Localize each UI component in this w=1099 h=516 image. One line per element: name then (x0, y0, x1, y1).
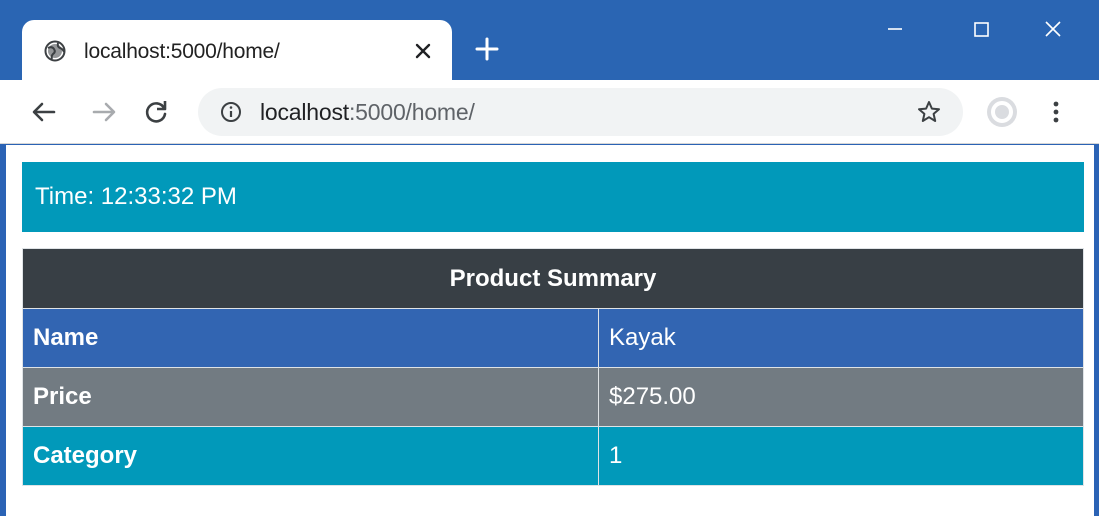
url-host: localhost (260, 99, 349, 125)
row-value: $275.00 (598, 367, 1084, 427)
close-tab-icon[interactable] (410, 38, 436, 64)
maximize-icon[interactable] (966, 14, 996, 44)
table-row: Category 1 (22, 426, 1084, 486)
product-summary-table: Product Summary Name Kayak Price $275.00… (22, 248, 1084, 486)
address-bar[interactable]: localhost:5000/home/ (198, 88, 963, 136)
row-value: 1 (598, 426, 1084, 486)
info-icon[interactable] (220, 101, 242, 123)
table-row: Name Kayak (22, 308, 1084, 368)
bookmark-star-icon[interactable] (916, 99, 942, 125)
new-tab-icon[interactable] (470, 32, 504, 66)
forward-arrow-icon[interactable] (88, 96, 120, 128)
url-text[interactable]: localhost:5000/home/ (260, 99, 475, 125)
reload-icon[interactable] (140, 96, 172, 128)
browser-titlebar: localhost:5000/home/ (0, 0, 1099, 82)
back-arrow-icon[interactable] (28, 96, 60, 128)
table-header: Product Summary (22, 248, 1084, 309)
row-label: Category (22, 426, 599, 486)
profile-avatar-icon[interactable] (986, 96, 1018, 128)
row-value: Kayak (598, 308, 1084, 368)
globe-icon (44, 40, 66, 62)
url-path: :5000/home/ (348, 99, 475, 125)
minimize-icon[interactable] (880, 14, 910, 44)
row-label: Price (22, 367, 599, 427)
row-label: Name (22, 308, 599, 368)
menu-kebab-icon[interactable] (1046, 96, 1066, 128)
time-display: Time: 12:33:32 PM (22, 162, 1084, 232)
browser-tab[interactable]: localhost:5000/home/ (22, 20, 452, 82)
browser-toolbar: localhost:5000/home/ (0, 80, 1099, 144)
tab-title: localhost:5000/home/ (84, 40, 280, 63)
window-close-icon[interactable] (1038, 14, 1068, 44)
page-content: Time: 12:33:32 PM Product Summary Name K… (6, 145, 1094, 516)
table-header-row: Product Summary (22, 248, 1084, 309)
table-row: Price $275.00 (22, 367, 1084, 427)
